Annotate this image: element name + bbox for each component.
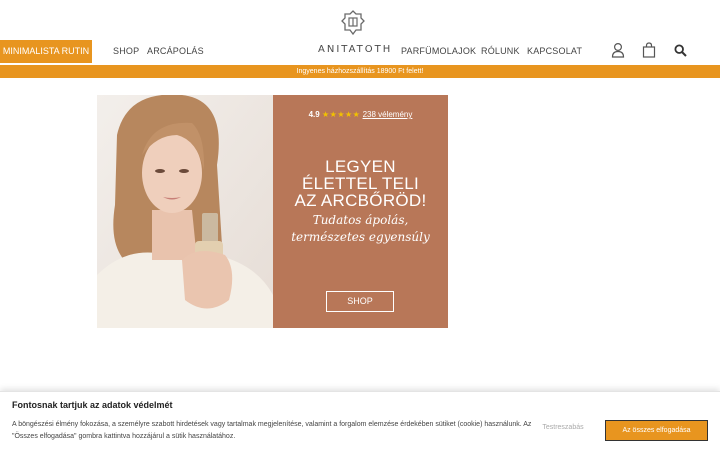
minimalist-routine-button[interactable]: MINIMALISTA RUTIN <box>0 40 92 63</box>
nav-about[interactable]: RÓLUNK <box>481 46 520 56</box>
cookie-description: A böngészési élmény fokozása, a személyr… <box>12 421 532 440</box>
rating-stars: ★★★★★ <box>321 110 361 119</box>
hero-image <box>97 95 273 328</box>
nav-shop[interactable]: SHOP <box>113 46 139 56</box>
nav-perfume-oils[interactable]: PARFÜMOLAJOK <box>401 46 476 56</box>
search-icon[interactable] <box>674 44 687 57</box>
nav-contact[interactable]: KAPCSOLAT <box>527 46 582 56</box>
headline-line: AZ ARCBŐRÖD! <box>294 191 427 210</box>
headline-line: ÉLETTEL TELI <box>302 174 419 193</box>
cookie-customize-button[interactable]: Testreszabás <box>530 424 596 431</box>
brand-logo[interactable]: ANITATOTH <box>318 10 390 55</box>
subheadline-line: természetes egyensúly <box>291 230 430 244</box>
shopping-bag-icon[interactable] <box>642 42 656 58</box>
cookie-accept-all-button[interactable]: Az összes elfogadása <box>605 420 708 441</box>
headline-line: LEGYEN <box>325 157 396 176</box>
reviews-link[interactable]: 238 vélemény <box>363 110 413 119</box>
hero-promo-panel: 4.9 ★★★★★ 238 vélemény LEGYEN ÉLETTEL TE… <box>273 95 448 328</box>
monogram-icon <box>341 10 365 36</box>
nav-face-care[interactable]: ARCÁPOLÁS <box>147 46 204 56</box>
rating-summary: 4.9 ★★★★★ 238 vélemény <box>273 110 448 119</box>
free-shipping-bar: Ingyenes házhozszállítás 18900 Ft felett… <box>0 65 720 78</box>
page: ANITATOTH MINIMALISTA RUTIN SHOP ARCÁPOL… <box>0 0 720 450</box>
cookie-consent-banner: Fontosnak tartjuk az adatok védelmét A b… <box>0 391 720 450</box>
subheadline-line: Tudatos ápolás, <box>312 213 409 227</box>
hero-headline: LEGYEN ÉLETTEL TELI AZ ARCBŐRÖD! <box>273 158 448 209</box>
rating-score: 4.9 <box>308 110 320 119</box>
cookie-title: Fontosnak tartjuk az adatok védelmét <box>12 400 173 410</box>
hero-subheadline: Tudatos ápolás, természetes egyensúly <box>273 212 448 246</box>
brand-name: ANITATOTH <box>318 44 393 55</box>
hero-shop-button[interactable]: SHOP <box>326 291 394 312</box>
user-icon[interactable] <box>611 42 625 58</box>
